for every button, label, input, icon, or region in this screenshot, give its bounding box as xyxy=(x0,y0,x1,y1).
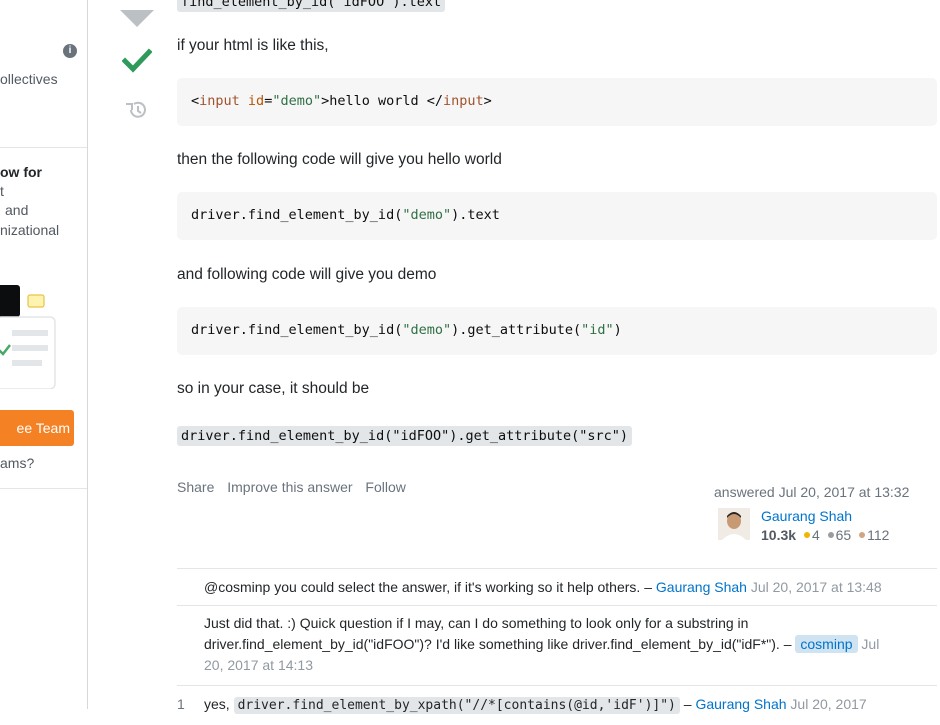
answer-paragraph: and following code will give you demo xyxy=(177,266,437,283)
code-block-text: driver.find_element_by_id("demo").text xyxy=(177,192,937,240)
comment-text: yes, xyxy=(204,696,230,712)
user-signature: answered Jul 20, 2017 at 13:32 Gaurang S… xyxy=(714,484,938,543)
teams-text-line: and xyxy=(5,202,29,218)
why-teams-link[interactable]: ams? xyxy=(0,455,34,471)
bronze-badge-icon xyxy=(859,532,866,538)
reputation-score: 10.3k xyxy=(761,527,797,543)
comment-user-link[interactable]: cosminp xyxy=(795,635,858,653)
comment-item: @cosminp you could select the answer, if… xyxy=(177,569,937,606)
create-free-team-button[interactable]: ee Team xyxy=(0,410,74,446)
collectives-text[interactable]: ollectives xyxy=(0,71,58,87)
history-icon[interactable] xyxy=(125,99,149,121)
comment-body: Just did that. :) Quick question if I ma… xyxy=(204,614,924,675)
downvote-arrow-icon[interactable] xyxy=(120,10,154,27)
code-token: id xyxy=(247,93,265,109)
code-token: ).text xyxy=(451,207,500,223)
user-avatar-image xyxy=(718,508,750,540)
user-reputation: 10.3k 4 65 112 xyxy=(761,527,889,543)
answer-paragraph: then the following code will give you he… xyxy=(177,151,502,168)
code-token: "demo" xyxy=(402,207,452,223)
code-token: >hello world </ xyxy=(321,93,444,109)
inline-code-answer: driver.find_element_by_id("idFOO").get_a… xyxy=(177,426,633,446)
comment-date[interactable]: Jul xyxy=(861,636,879,652)
answered-timestamp: answered Jul 20, 2017 at 13:32 xyxy=(714,484,910,500)
post-menu: Share Improve this answer Follow xyxy=(177,479,415,495)
avatar[interactable] xyxy=(718,508,750,540)
sidebar-divider xyxy=(0,488,87,489)
comment-score: 1 xyxy=(177,696,185,712)
comment-item: 1 yes, driver.find_element_by_xpath("//*… xyxy=(177,685,937,725)
silver-badge-icon xyxy=(827,532,834,538)
teams-heading: ow for xyxy=(0,164,42,180)
improve-answer-link[interactable]: Improve this answer xyxy=(227,479,352,495)
code-token: ).get_attribute( xyxy=(451,322,582,338)
code-token: input xyxy=(199,93,240,109)
comment-body: @cosminp you could select the answer, if… xyxy=(204,578,924,597)
teams-text-line: nizational xyxy=(0,222,60,238)
comment-text: Just did that. :) Quick question if I ma… xyxy=(204,615,749,631)
code-token: input xyxy=(443,93,484,109)
silver-badge-count: 65 xyxy=(835,527,852,543)
accepted-check-icon xyxy=(122,48,152,73)
comment-date[interactable]: Jul 20, 2017 xyxy=(790,696,866,712)
comment-body: yes, driver.find_element_by_xpath("//*[c… xyxy=(204,696,867,714)
teams-text-line: t xyxy=(0,183,4,199)
comment-date[interactable]: 20, 2017 at 14:13 xyxy=(204,656,924,675)
info-icon[interactable]: i xyxy=(63,44,77,58)
comment-item: Just did that. :) Quick question if I ma… xyxy=(177,605,937,686)
code-block-attribute: driver.find_element_by_id("demo").get_at… xyxy=(177,307,937,355)
code-token: driver.find_element_by_id( xyxy=(191,207,403,223)
code-token: "demo" xyxy=(402,322,452,338)
comment-user-link[interactable]: Gaurang Shah xyxy=(695,696,786,712)
code-token: "id" xyxy=(581,322,614,338)
code-token: ) xyxy=(613,322,622,338)
comment-user-link[interactable]: Gaurang Shah xyxy=(656,579,747,595)
inline-code-top: find_element_by_id("idFOO").text xyxy=(177,0,446,12)
comment-text: @cosminp you could select the answer, if… xyxy=(204,579,652,595)
code-token: > xyxy=(483,93,492,109)
gold-badge-count: 4 xyxy=(811,527,820,543)
teams-illustration xyxy=(0,285,56,389)
comments-list: @cosminp you could select the answer, if… xyxy=(177,568,937,714)
code-token: < xyxy=(191,93,200,109)
gold-badge-icon xyxy=(803,532,810,538)
code-block-html: <input id="demo">hello world </input> xyxy=(177,78,937,126)
comment-text: driver.find_element_by_id("idFOO")? I'd … xyxy=(204,636,792,652)
comment-inline-code: driver.find_element_by_xpath("//*[contai… xyxy=(233,697,680,714)
follow-link[interactable]: Follow xyxy=(365,479,405,495)
sidebar-divider xyxy=(0,147,87,148)
user-name-link[interactable]: Gaurang Shah xyxy=(761,508,852,524)
left-sidebar: i ollectives ow for t and nizational ee … xyxy=(0,0,88,709)
answer-paragraph: so in your case, it should be xyxy=(177,380,370,397)
share-link[interactable]: Share xyxy=(177,479,214,495)
comment-date[interactable]: Jul 20, 2017 at 13:48 xyxy=(751,579,882,595)
bronze-badge-count: 112 xyxy=(867,527,890,543)
code-token: driver.find_element_by_id( xyxy=(191,322,403,338)
answer-paragraph: if your html is like this, xyxy=(177,37,329,54)
code-token: "demo" xyxy=(272,93,322,109)
